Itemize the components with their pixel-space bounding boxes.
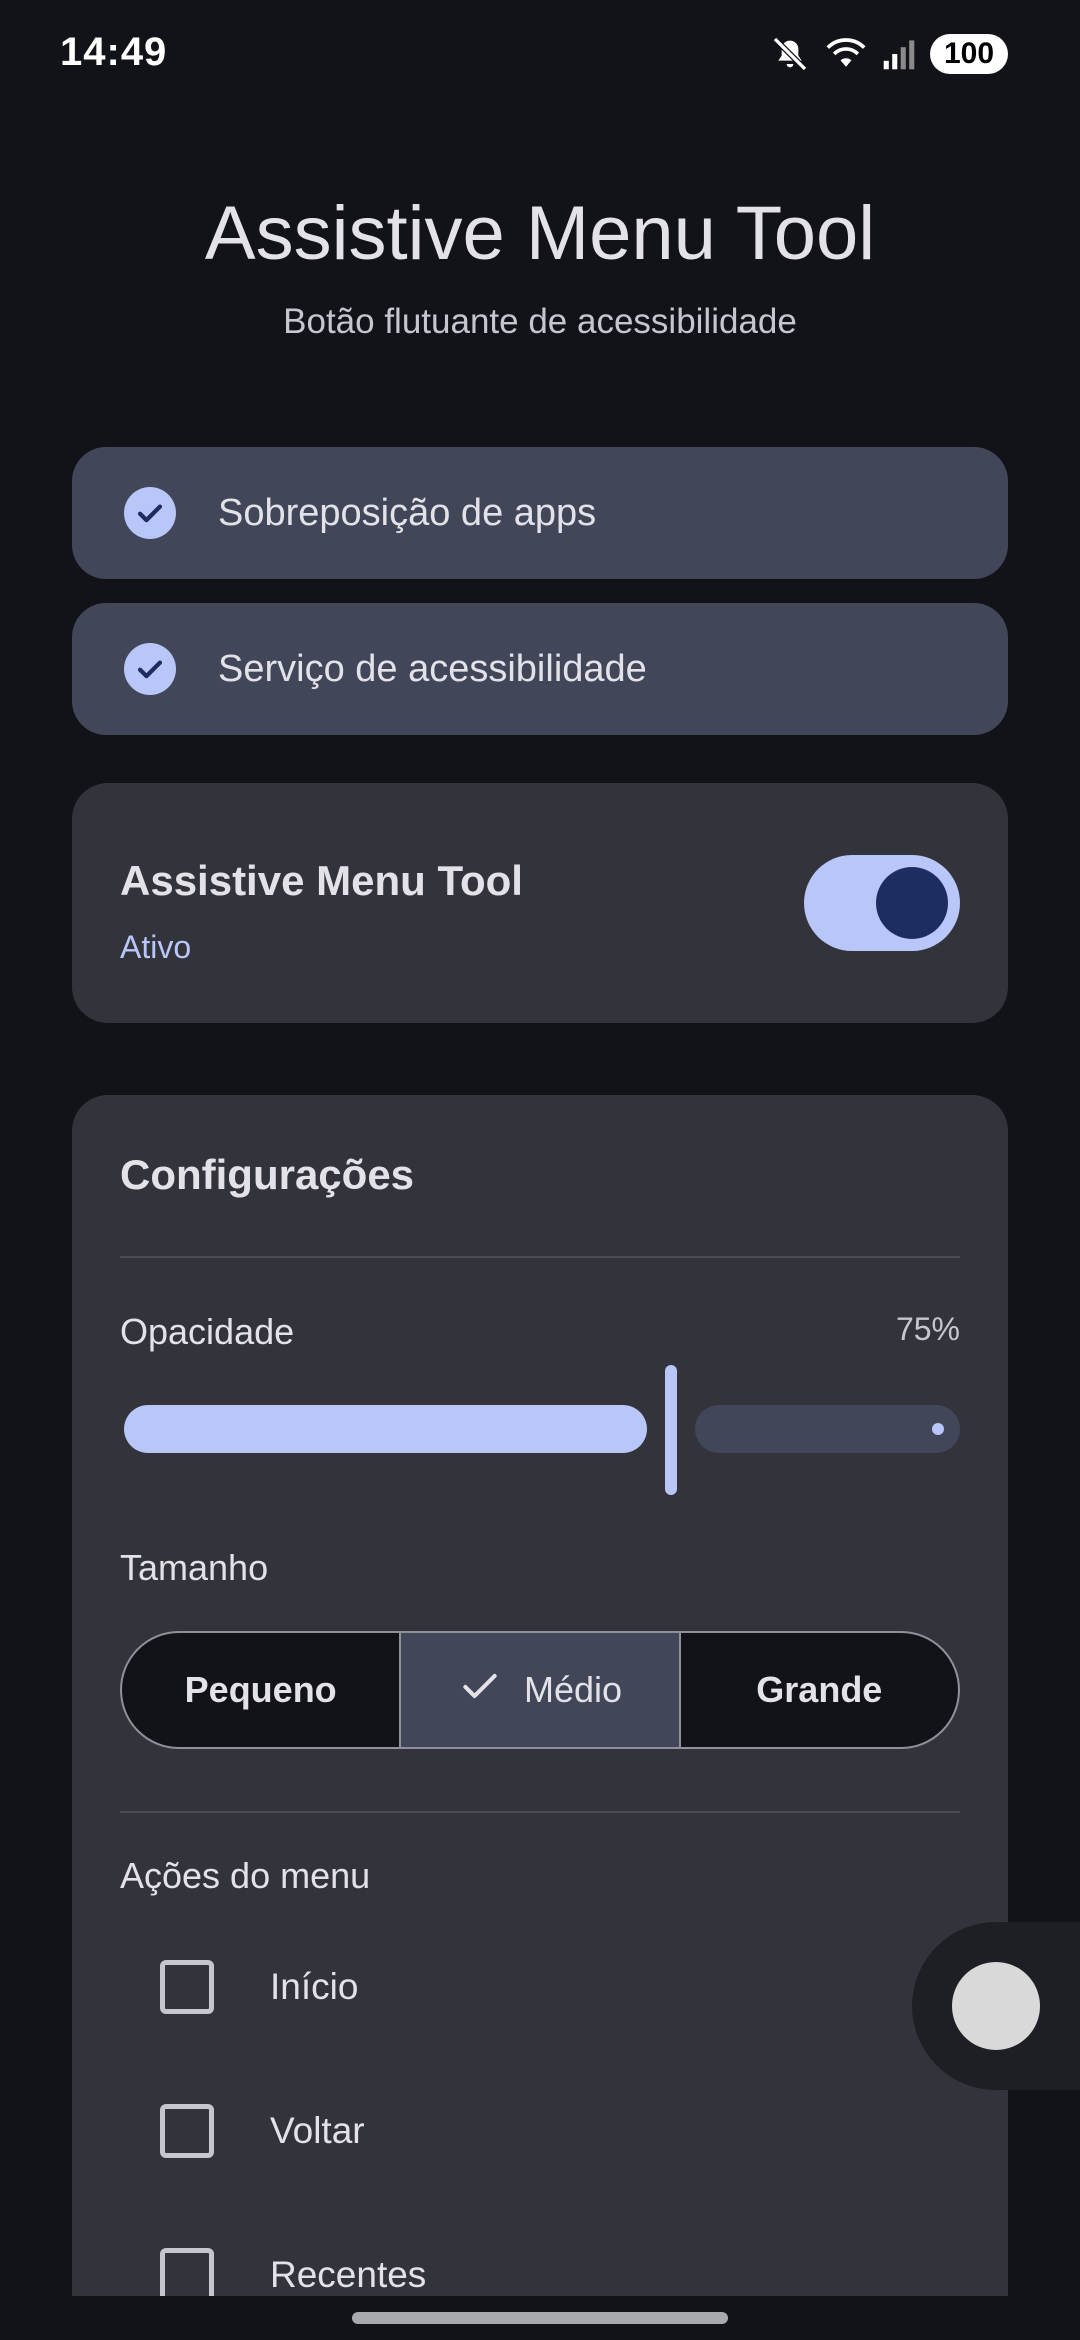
action-label: Voltar [270,2110,365,2151]
screen: 14:49 100 Assistive Menu Tool Botão flut… [0,0,1080,2340]
battery-indicator: 100 [930,34,1008,74]
checkbox[interactable] [160,2104,214,2158]
action-item-back[interactable]: Voltar [160,2091,365,2171]
size-label: Tamanho [120,1547,269,1588]
check-circle-icon [124,643,176,695]
action-item-home[interactable]: Início [160,1947,358,2027]
floating-button-dot [952,1962,1040,2050]
status-icons: 100 [770,32,1008,76]
service-title: Assistive Menu Tool [120,857,523,904]
status-bar: 14:49 100 [0,0,1080,110]
permission-overlay[interactable]: Sobreposição de apps [72,447,1008,579]
settings-title: Configurações [120,1151,415,1198]
divider [120,1811,960,1813]
slider-inactive-track [695,1405,960,1453]
toggle-thumb [876,867,948,939]
wifi-icon [824,34,868,74]
page-subtitle: Botão flutuante de acessibilidade [283,302,797,341]
size-option-label: Médio [523,1669,623,1710]
page-title: Assistive Menu Tool [204,191,876,276]
mute-icon [770,34,810,74]
size-selector: Pequeno Médio Grande [120,1631,960,1749]
menu-actions-label: Ações do menu [120,1855,371,1896]
check-circle-icon [124,487,176,539]
size-option-medium[interactable]: Médio [399,1633,679,1747]
action-label: Início [270,1966,359,2007]
settings-card: Configurações Opacidade 75% Tamanho Pequ… [72,1095,1008,2335]
checkbox[interactable] [160,1960,214,2014]
size-option-label: Grande [756,1669,883,1710]
divider [120,1256,960,1258]
opacity-label: Opacidade [120,1311,295,1352]
signal-icon [882,34,916,74]
permission-label: Sobreposição de apps [218,491,597,534]
slider-stop-indicator [932,1423,944,1435]
permission-accessibility[interactable]: Serviço de acessibilidade [72,603,1008,735]
service-card: Assistive Menu Tool Ativo [72,783,1008,1023]
checkbox[interactable] [160,2248,214,2302]
service-status: Ativo [120,929,192,965]
size-option-large[interactable]: Grande [678,1633,958,1747]
opacity-value: 75% [895,1311,960,1347]
slider-active-track [124,1405,647,1453]
opacity-slider[interactable] [124,1365,960,1505]
service-toggle[interactable] [804,855,960,951]
status-time: 14:49 [60,30,168,74]
check-icon [458,1664,502,1717]
action-label: Recentes [270,2254,427,2295]
floating-assistive-button[interactable] [912,1922,1080,2090]
slider-handle[interactable] [665,1365,677,1495]
size-option-small[interactable]: Pequeno [122,1633,399,1747]
gesture-handle[interactable] [352,2312,728,2324]
permission-label: Serviço de acessibilidade [218,647,647,690]
size-option-label: Pequeno [184,1669,337,1710]
